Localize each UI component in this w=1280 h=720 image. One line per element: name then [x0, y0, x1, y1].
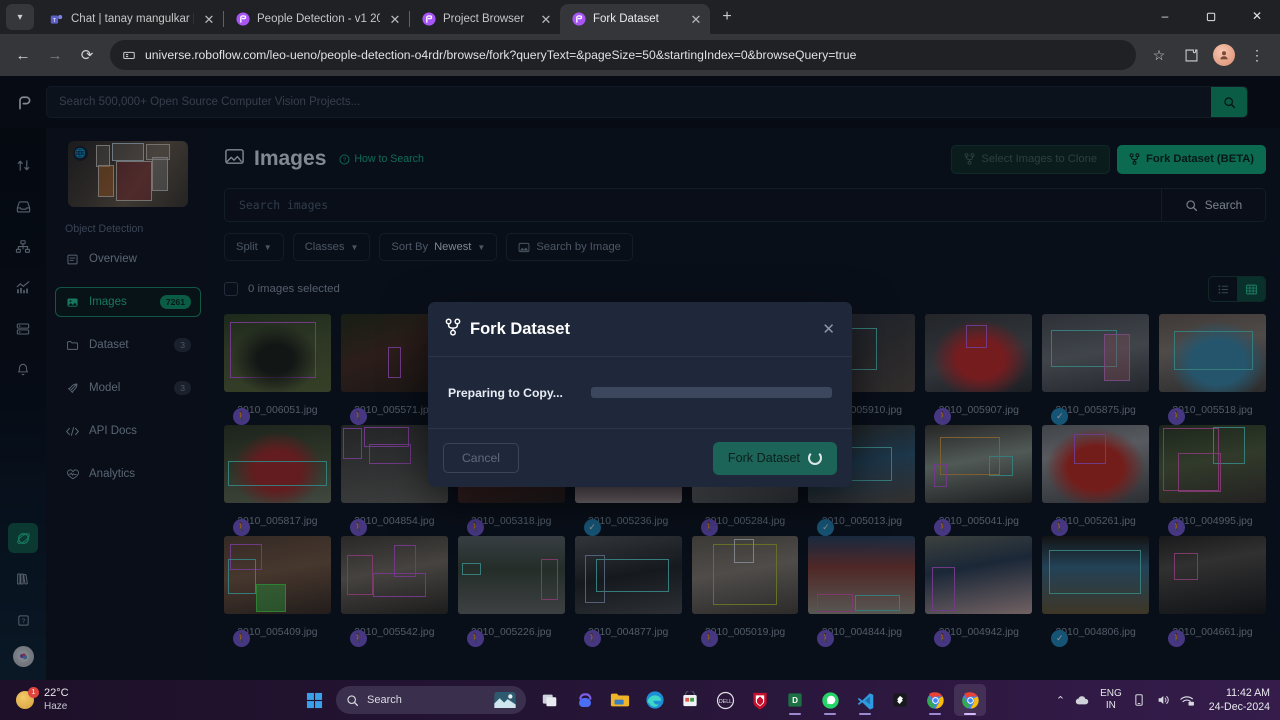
bookmark-star-icon[interactable]: ☆	[1144, 40, 1174, 70]
mcafee-icon[interactable]	[744, 684, 776, 716]
browser-tab-3[interactable]: Project Browser ✕	[410, 4, 560, 34]
loading-spinner-icon	[808, 451, 822, 465]
screen: ▾ T Chat | tanay mangulkar | Micros ✕ Pe…	[0, 0, 1280, 720]
running-indicator	[789, 712, 801, 715]
phone-link-icon[interactable]	[1132, 693, 1146, 707]
window-controls: – ✕	[1142, 0, 1280, 34]
weather-sun-icon: 1	[14, 687, 39, 711]
chrome-menu-icon[interactable]: ⋮	[1242, 40, 1272, 70]
microsoft-store-icon[interactable]	[674, 684, 706, 716]
windows-taskbar: 1 22°C Haze Search DELL D ⌃ ENG IN 11:42…	[0, 680, 1280, 720]
close-icon[interactable]: ✕	[538, 11, 554, 27]
svg-text:D: D	[792, 696, 798, 705]
new-tab-button[interactable]: +	[714, 4, 740, 30]
maximize-icon[interactable]	[1188, 0, 1234, 32]
edge-icon[interactable]	[639, 684, 671, 716]
weather-text: 22°C Haze	[44, 687, 69, 713]
browser-tab-title: Project Browser	[443, 13, 525, 25]
modal-footer: Cancel Fork Dataset	[428, 429, 852, 487]
reload-icon[interactable]: ⟳	[72, 40, 102, 70]
modal-header: Fork Dataset ✕	[428, 302, 852, 357]
browser-tab-1[interactable]: T Chat | tanay mangulkar | Micros ✕	[38, 4, 223, 34]
copy-status-label: Preparing to Copy...	[448, 385, 563, 400]
taskbar-search-label: Search	[367, 694, 402, 706]
roboflow-icon	[235, 12, 250, 27]
tab-strip: ▾ T Chat | tanay mangulkar | Micros ✕ Pe…	[0, 0, 1142, 34]
modal-close-icon[interactable]: ✕	[822, 320, 835, 338]
volume-icon[interactable]	[1156, 693, 1170, 707]
fork-dataset-modal: Fork Dataset ✕ Preparing to Copy... Canc…	[428, 302, 852, 487]
extensions-icon[interactable]	[1176, 40, 1206, 70]
profile-avatar[interactable]	[1213, 44, 1235, 66]
close-icon[interactable]: ✕	[201, 11, 217, 27]
teams-icon: T	[49, 12, 64, 27]
search-illustration-icon	[494, 692, 516, 708]
language-indicator[interactable]: ENG IN	[1100, 688, 1122, 712]
running-indicator	[929, 712, 941, 715]
tray-chevron-icon[interactable]: ⌃	[1056, 694, 1065, 707]
minimize-icon[interactable]: –	[1142, 0, 1188, 32]
dell-icon[interactable]: DELL	[709, 684, 741, 716]
taskbar-search-box[interactable]: Search	[336, 686, 526, 714]
clock-time: 11:42 AM	[1226, 686, 1270, 699]
back-icon[interactable]: ←	[8, 40, 38, 70]
roboflow-icon	[421, 12, 436, 27]
network-icon[interactable]	[1180, 694, 1195, 707]
tab-search-chevron-icon[interactable]: ▾	[6, 4, 34, 30]
roboflow-page: ? 🌐 Object Detection Overv	[0, 76, 1280, 680]
system-tray: ⌃ ENG IN 11:42 AM 24-Dec-2024	[1056, 686, 1280, 715]
language-line-2: IN	[1105, 700, 1116, 711]
copy-progress-bar	[590, 387, 832, 398]
start-button[interactable]	[300, 686, 328, 714]
running-indicator	[964, 712, 976, 715]
browser-toolbar: ← → ⟳ universe.roboflow.com/leo-ueno/peo…	[0, 34, 1280, 76]
site-info-icon[interactable]	[122, 48, 136, 62]
browser-tab-title: Fork Dataset	[593, 13, 659, 25]
vscode-icon[interactable]	[849, 684, 881, 716]
taskbar-weather-widget[interactable]: 1 22°C Haze	[0, 687, 300, 713]
notification-count-badge: 1	[28, 687, 39, 698]
roboflow-icon	[571, 12, 586, 27]
weather-condition: Haze	[44, 700, 68, 712]
svg-text:DELL: DELL	[718, 698, 731, 704]
chrome-active-icon[interactable]	[954, 684, 986, 716]
chrome-icon[interactable]	[919, 684, 951, 716]
running-indicator	[859, 712, 871, 715]
fork-dataset-confirm-label: Fork Dataset	[727, 451, 800, 465]
copilot-icon[interactable]	[569, 684, 601, 716]
address-bar[interactable]: universe.roboflow.com/leo-ueno/people-de…	[110, 40, 1136, 70]
file-explorer-icon[interactable]	[604, 684, 636, 716]
taskview-icon[interactable]	[534, 684, 566, 716]
modal-title: Fork Dataset	[470, 319, 570, 338]
close-icon[interactable]: ✕	[387, 11, 403, 27]
clock-date: 24-Dec-2024	[1208, 701, 1270, 713]
forward-icon[interactable]: →	[40, 40, 70, 70]
browser-tab-title: People Detection - v1 2024-12-	[257, 13, 380, 25]
taskbar-app-area: Search DELL D	[300, 684, 986, 716]
browser-titlebar: ▾ T Chat | tanay mangulkar | Micros ✕ Pe…	[0, 0, 1280, 34]
whatsapp-icon[interactable]	[814, 684, 846, 716]
url-text: universe.roboflow.com/leo-ueno/people-de…	[145, 48, 857, 62]
search-icon	[347, 694, 359, 706]
browser-tab-title: Chat | tanay mangulkar | Micros	[71, 13, 194, 25]
onedrive-cloud-icon[interactable]	[1075, 695, 1090, 706]
modal-body: Preparing to Copy...	[428, 357, 852, 429]
fork-dataset-confirm-button[interactable]: Fork Dataset	[712, 441, 837, 475]
cancel-button[interactable]: Cancel	[443, 443, 519, 473]
running-indicator	[824, 712, 836, 715]
browser-tab-2[interactable]: People Detection - v1 2024-12- ✕	[224, 4, 409, 34]
language-line-1: ENG	[1100, 688, 1122, 699]
clock-widget[interactable]: 11:42 AM 24-Dec-2024	[1205, 686, 1270, 715]
close-icon[interactable]: ✕	[688, 11, 704, 27]
browser-tab-4-active[interactable]: Fork Dataset ✕	[560, 4, 710, 34]
weather-temperature: 22°C	[44, 687, 69, 700]
fork-icon	[445, 318, 461, 341]
postman-icon[interactable]	[884, 684, 916, 716]
svg-text:T: T	[53, 17, 57, 23]
close-window-icon[interactable]: ✕	[1234, 0, 1280, 32]
excel-icon[interactable]: D	[779, 684, 811, 716]
